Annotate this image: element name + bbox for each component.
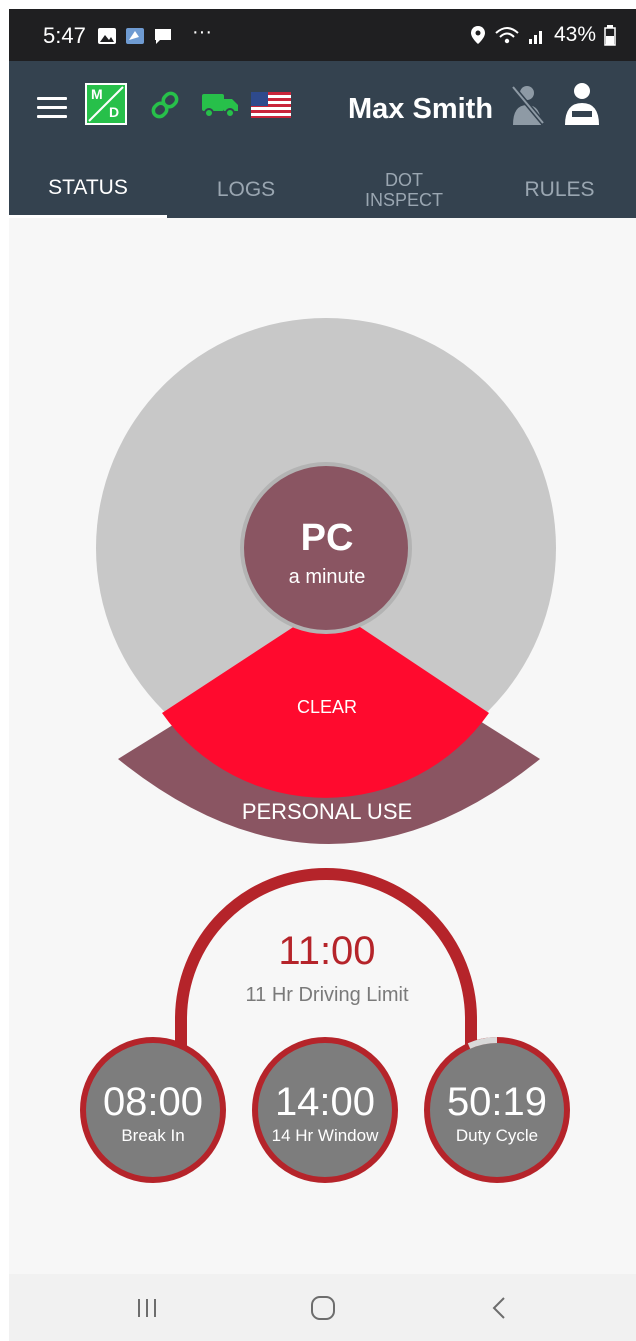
duty-cycle-timer-label: Duty Cycle xyxy=(455,1126,539,1145)
window-timer-value: 14:00 xyxy=(274,1080,376,1124)
break-timer[interactable]: 08:00 Break In xyxy=(83,1080,223,1146)
status-code: PC xyxy=(300,517,354,559)
window-timer-label: 14 Hr Window xyxy=(271,1126,379,1145)
window-timer[interactable]: 14:00 14 Hr Window xyxy=(255,1080,395,1146)
app-frame: 5:47 ··· 43% M D Max Smith STATUS LOGS D… xyxy=(9,9,636,1341)
duty-cycle-timer[interactable]: 50:19 Duty Cycle xyxy=(427,1080,567,1146)
recent-apps-icon[interactable] xyxy=(127,1290,167,1326)
duty-cycle-timer-value: 50:19 xyxy=(446,1080,548,1124)
break-timer-value: 08:00 xyxy=(102,1080,204,1124)
home-icon[interactable] xyxy=(303,1290,343,1326)
navigation-bar xyxy=(9,1274,636,1341)
break-timer-label: Break In xyxy=(121,1126,185,1145)
personal-use-button[interactable]: PERSONAL USE xyxy=(159,799,495,825)
clear-button[interactable]: CLEAR xyxy=(209,697,445,718)
driving-limit-label: 11 Hr Driving Limit xyxy=(245,984,409,1006)
back-icon[interactable] xyxy=(479,1290,519,1326)
driving-time-remaining: 11:00 xyxy=(278,929,376,973)
status-duration: a minute xyxy=(288,566,366,588)
